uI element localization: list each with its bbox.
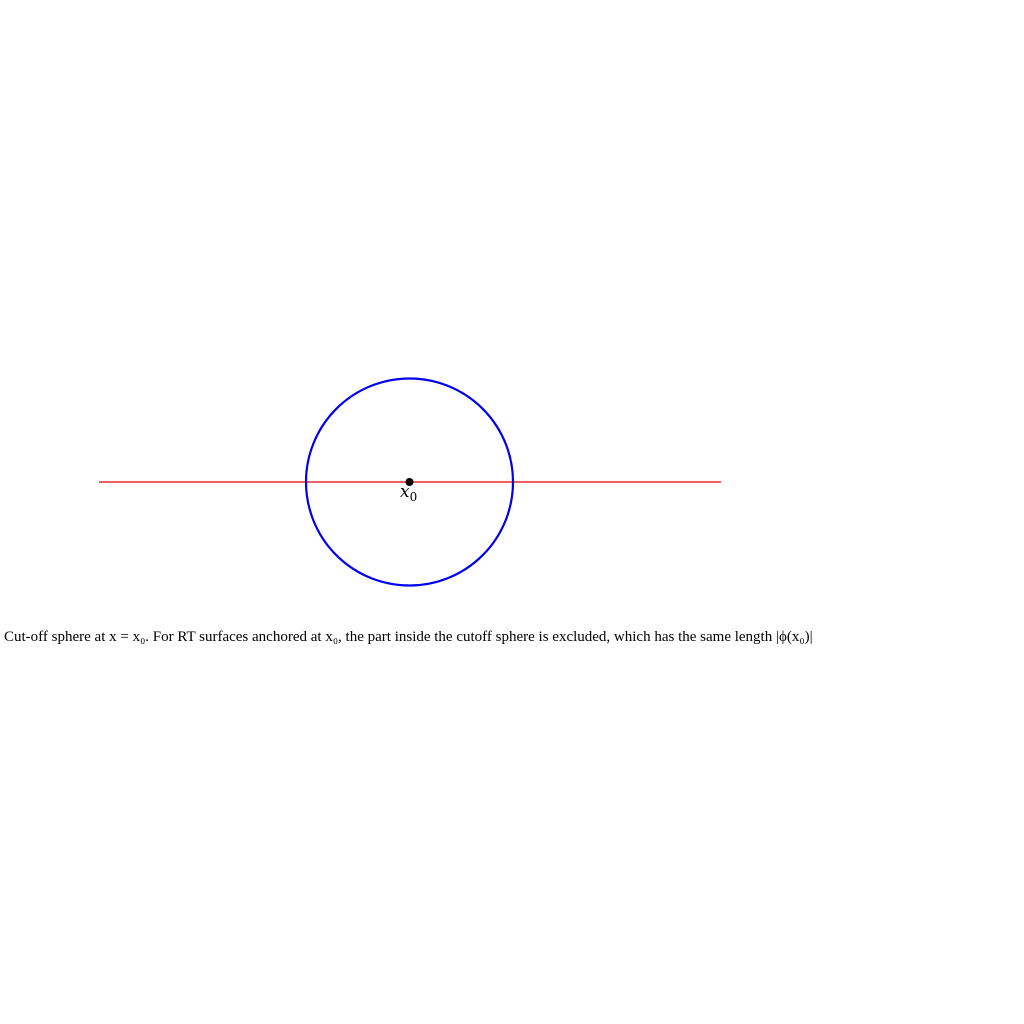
diagram-canvas: x0 bbox=[99, 377, 721, 587]
figure-caption: Cut-off sphere at x = x₀. For RT surface… bbox=[4, 629, 813, 645]
anchor-point-label-base: x bbox=[400, 482, 410, 502]
anchor-point-label-subscript: 0 bbox=[410, 490, 418, 504]
anchor-point-label: x0 bbox=[400, 482, 417, 504]
